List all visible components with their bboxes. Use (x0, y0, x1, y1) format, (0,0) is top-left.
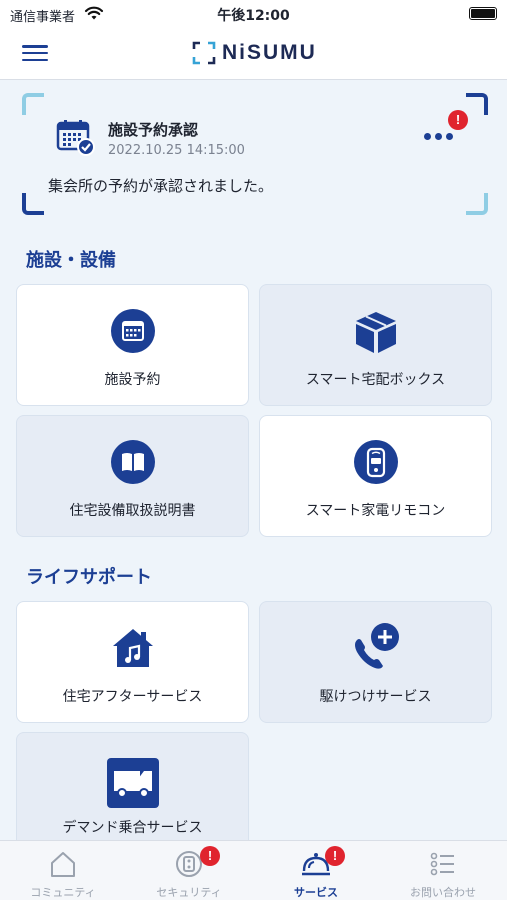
hamburger-menu-icon[interactable] (22, 42, 48, 64)
section-title-life-support: ライフサポート (26, 567, 152, 588)
tab-contact[interactable]: お問い合わせ (380, 841, 506, 900)
box-icon (355, 312, 396, 353)
tile-housing-after-service[interactable]: 住宅アフターサービス (16, 601, 249, 723)
notification-card[interactable]: 施設予約承認 2022.10.25 14:15:00 集会所の予約が承認されまし… (22, 93, 488, 215)
security-alert-badge: ! (200, 846, 220, 866)
tile-label: 住宅アフターサービス (62, 689, 203, 705)
bottom-tab-bar: コミュニティ ! セキュリティ ! サービス お問い合わせ (0, 840, 507, 900)
tile-demand-ride-service[interactable]: デマンド乗合サービス (16, 732, 249, 854)
tab-label: セキュリティ (156, 886, 222, 899)
tile-equipment-manual[interactable]: 住宅設備取扱説明書 (16, 415, 249, 537)
tile-label: 駆けつけサービス (319, 689, 432, 705)
remote-icon (353, 440, 398, 484)
tile-facility-reservation[interactable]: 施設予約 (16, 284, 249, 406)
tile-label: 住宅設備取扱説明書 (69, 503, 196, 519)
tile-rush-service[interactable]: 駆けつけサービス (259, 601, 492, 723)
tile-label: スマート家電リモコン (305, 503, 446, 519)
community-icon (51, 852, 75, 877)
clock: 午後12:00 (217, 8, 290, 24)
bus-icon (106, 758, 159, 808)
notification-alert-badge: ! (448, 110, 468, 130)
notification-timestamp: 2022.10.25 14:15:00 (108, 143, 245, 158)
status-bar: 通信事業者 午後12:00 (0, 0, 507, 28)
phone-plus-icon (354, 623, 399, 669)
notification-message: 集会所の予約が承認されました。 (48, 177, 274, 195)
notification-title: 施設予約承認 (108, 121, 199, 139)
app-logo: NiSUMU (192, 38, 317, 68)
calendar-icon (110, 309, 155, 353)
tab-service[interactable]: ! サービス (253, 841, 379, 900)
tile-label: スマート宅配ボックス (305, 372, 446, 388)
logo-mark-icon (192, 41, 216, 65)
house-music-icon (112, 629, 153, 667)
tab-label: コミュニティ (30, 886, 96, 899)
tile-label: デマンド乗合サービス (62, 820, 203, 836)
calendar-check-icon (56, 120, 95, 156)
app-header: NiSUMU (0, 28, 507, 80)
tab-community[interactable]: コミュニティ (0, 841, 126, 900)
list-icon (430, 852, 454, 876)
tile-label: 施設予約 (104, 372, 161, 388)
section-title-facilities: 施設・設備 (26, 250, 116, 271)
tile-smart-remote[interactable]: スマート家電リモコン (259, 415, 492, 537)
tab-label: サービス (294, 886, 338, 899)
service-alert-badge: ! (325, 846, 345, 866)
tile-smart-delivery-box[interactable]: スマート宅配ボックス (259, 284, 492, 406)
tab-label: お問い合わせ (410, 886, 476, 899)
tab-security[interactable]: ! セキュリティ (126, 841, 252, 900)
more-options-icon[interactable] (424, 133, 453, 140)
battery-icon (469, 7, 497, 20)
logo-text: NiSUMU (222, 41, 317, 64)
book-icon (110, 440, 155, 484)
